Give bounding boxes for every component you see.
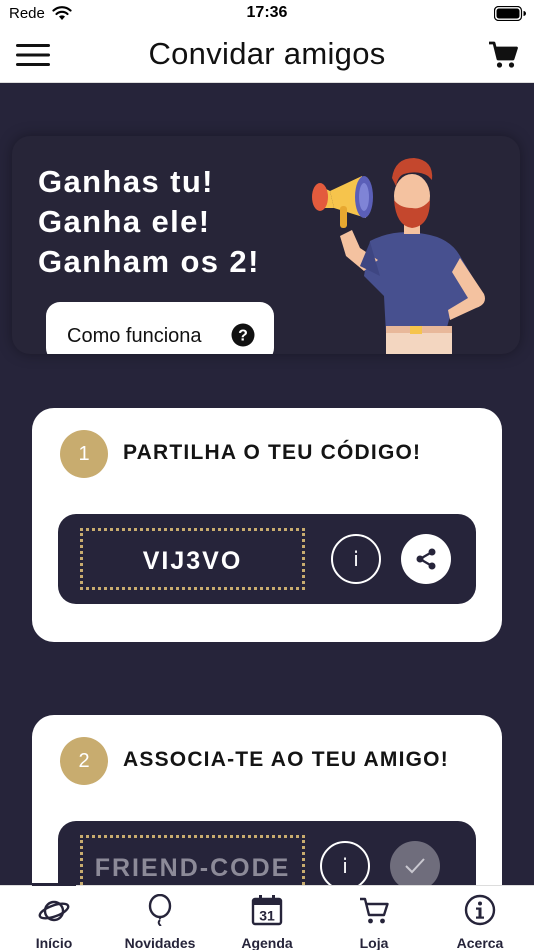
step-number-badge: 1 bbox=[60, 430, 108, 478]
megaphone-man-illustration bbox=[312, 158, 485, 354]
how-it-works-label: Como funciona bbox=[67, 325, 202, 347]
shopping-cart-icon[interactable] bbox=[488, 40, 518, 70]
tab-loja[interactable]: Loja bbox=[324, 886, 424, 950]
status-time: 17:36 bbox=[246, 4, 288, 21]
hero-line-1: Ganhas tu! bbox=[38, 164, 214, 199]
info-icon bbox=[464, 894, 496, 926]
top-navigation-bar: Convidar amigos bbox=[0, 28, 534, 83]
tab-acerca[interactable]: Acerca bbox=[430, 886, 530, 950]
tab-agenda[interactable]: 31 Agenda bbox=[217, 886, 317, 950]
planet-icon bbox=[38, 900, 70, 922]
friend-code-placeholder: FRIEND-CODE bbox=[94, 854, 291, 882]
share-icon bbox=[416, 548, 436, 570]
code-info-button[interactable]: i bbox=[331, 534, 381, 584]
how-it-works-button[interactable]: Como funciona ? bbox=[46, 302, 274, 354]
status-bar: Rede 17:36 bbox=[0, 0, 534, 28]
referral-code-bar: VIJ3VO i bbox=[58, 514, 476, 604]
friend-code-info-button[interactable]: i bbox=[320, 841, 370, 891]
tab-label: Agenda bbox=[241, 935, 293, 950]
share-code-card: 1 PARTILHA O TEU CÓDIGO! VIJ3VO i bbox=[32, 408, 502, 642]
bottom-tab-bar: Início Novidades 31 Agenda Loja Acerca bbox=[0, 883, 534, 950]
tab-label: Novidades bbox=[124, 935, 196, 950]
referral-code: VIJ3VO bbox=[142, 547, 243, 575]
share-code-button[interactable] bbox=[401, 534, 451, 584]
hero-line-2: Ganha ele! bbox=[38, 204, 211, 239]
calendar-icon: 31 bbox=[251, 895, 283, 926]
question-circle-icon: ? bbox=[231, 323, 255, 347]
confirm-friend-code-button[interactable] bbox=[390, 841, 440, 891]
battery-icon bbox=[494, 6, 526, 21]
page-title: Convidar amigos bbox=[148, 36, 386, 71]
tab-label: Loja bbox=[359, 935, 389, 950]
checkmark-icon bbox=[405, 858, 425, 874]
svg-text:?: ? bbox=[238, 328, 248, 345]
referral-code-box[interactable]: VIJ3VO bbox=[80, 528, 305, 590]
hero-banner: Ganhas tu! Ganha ele! Ganham os 2! Como … bbox=[12, 136, 520, 354]
cart-icon bbox=[360, 897, 389, 924]
step-title: ASSOCIA-TE AO TEU AMIGO! bbox=[123, 748, 449, 771]
step-number-badge: 2 bbox=[60, 737, 108, 785]
tab-novidades[interactable]: Novidades bbox=[110, 886, 210, 950]
calendar-day: 31 bbox=[259, 908, 275, 924]
tab-inicio[interactable]: Início bbox=[4, 886, 104, 950]
tab-label: Acerca bbox=[456, 935, 504, 950]
hero-line-3: Ganham os 2! bbox=[38, 244, 260, 279]
tab-label: Início bbox=[35, 935, 73, 950]
step-title: PARTILHA O TEU CÓDIGO! bbox=[123, 441, 422, 464]
balloon-icon bbox=[148, 894, 172, 926]
